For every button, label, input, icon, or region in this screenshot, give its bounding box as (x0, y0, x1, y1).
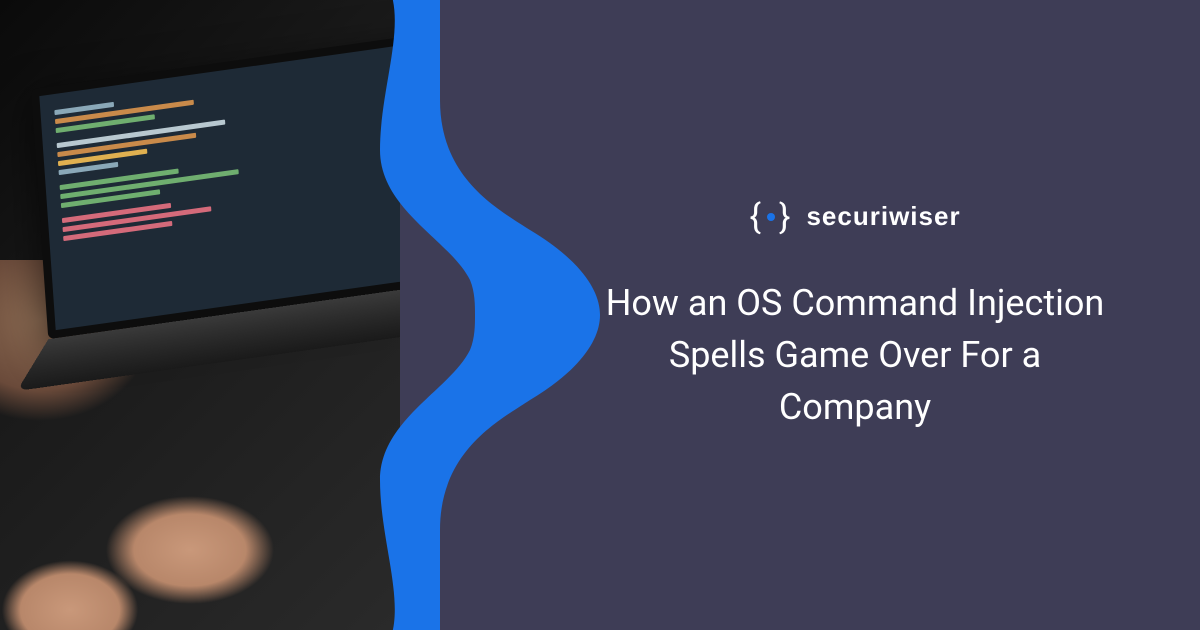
logo-dot-icon (767, 213, 775, 221)
brace-icon: {} (749, 197, 792, 237)
photo-hands (0, 270, 400, 630)
brand-logo: {} securiwiser (749, 197, 960, 237)
banner-card: {} securiwiser How an OS Command Injecti… (0, 0, 1200, 630)
content-panel: {} securiwiser How an OS Command Injecti… (540, 0, 1200, 630)
hero-photo (0, 0, 400, 630)
brand-name: securiwiser (806, 201, 960, 232)
article-title: How an OS Command Injection Spells Game … (595, 277, 1115, 434)
